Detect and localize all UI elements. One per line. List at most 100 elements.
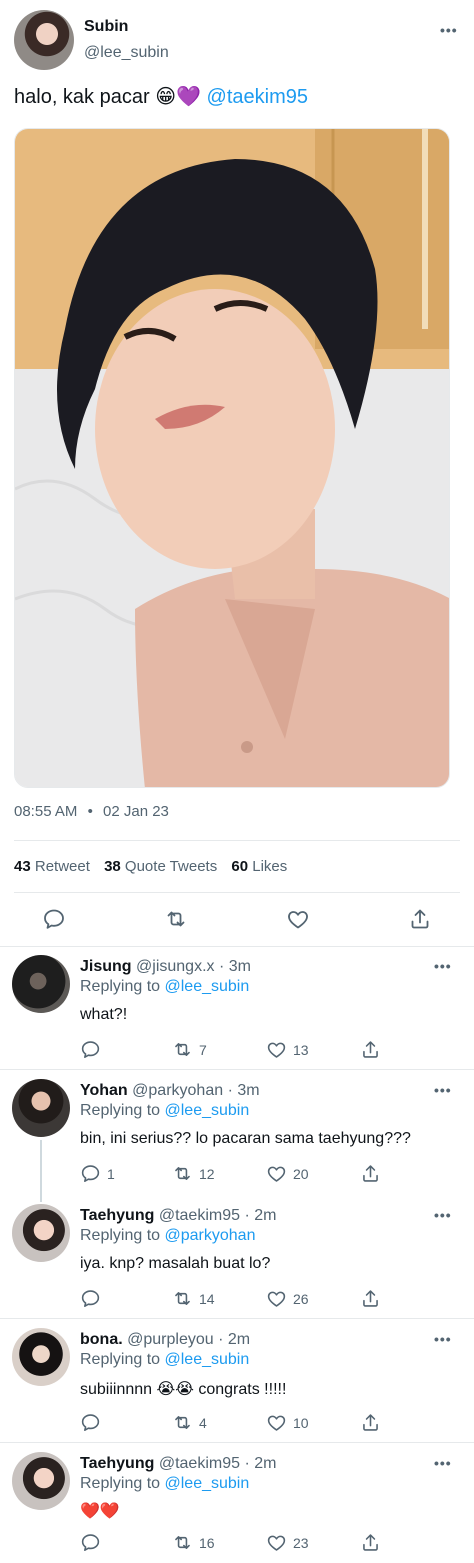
like-icon bbox=[266, 1039, 287, 1060]
photo-illustration bbox=[15, 129, 449, 787]
reply-author-name[interactable]: Jisung bbox=[80, 958, 132, 975]
reply-icon bbox=[80, 1532, 101, 1553]
retweet-action[interactable]: 7 bbox=[172, 1039, 207, 1060]
retweet-icon bbox=[172, 1532, 193, 1553]
retweet-action[interactable]: 14 bbox=[172, 1288, 215, 1309]
reply-header: Jisung @jisungx.x · 3m bbox=[80, 958, 251, 976]
like-action[interactable]: 10 bbox=[266, 1412, 309, 1433]
replying-to: Replying to @lee_subin bbox=[80, 1102, 249, 1120]
tweet-photo[interactable] bbox=[14, 128, 450, 788]
retweet-icon bbox=[172, 1163, 193, 1184]
more-icon[interactable]: ••• bbox=[434, 1455, 452, 1471]
reply-text: bin, ini serius?? lo pacaran sama taehyu… bbox=[80, 1130, 411, 1147]
reply-action[interactable] bbox=[80, 1039, 107, 1060]
reply-avatar[interactable] bbox=[12, 1079, 70, 1137]
replying-to-handle[interactable]: @lee_subin bbox=[165, 1475, 250, 1492]
divider bbox=[14, 840, 460, 841]
reply-action[interactable] bbox=[80, 1288, 107, 1309]
share-icon bbox=[360, 1532, 381, 1553]
author-name[interactable]: Subin bbox=[84, 18, 128, 36]
author-handle[interactable]: @lee_subin bbox=[84, 44, 169, 62]
tweet-time[interactable]: 08:55 AM bbox=[14, 803, 77, 820]
reply-icon[interactable] bbox=[42, 907, 66, 931]
reply-author-name[interactable]: Taehyung bbox=[80, 1455, 154, 1472]
share-icon[interactable] bbox=[408, 907, 432, 931]
share-action[interactable] bbox=[360, 1163, 381, 1184]
like-action[interactable]: 13 bbox=[266, 1039, 309, 1060]
share-icon bbox=[360, 1412, 381, 1433]
retweet-count: 12 bbox=[199, 1165, 215, 1182]
tweet-text: halo, kak pacar 😁💜 @taekim95 bbox=[14, 84, 308, 109]
tweet-stats: 43 Retweet 38 Quote Tweets 60 Likes bbox=[14, 858, 287, 875]
reply-text-body: subiiinnnn bbox=[80, 1381, 153, 1398]
retweet-stat[interactable]: 43 Retweet bbox=[14, 858, 90, 875]
replying-to: Replying to @lee_subin bbox=[80, 978, 249, 996]
divider bbox=[0, 1318, 474, 1319]
retweet-icon bbox=[172, 1039, 193, 1060]
replying-to-handle[interactable]: @lee_subin bbox=[165, 1102, 250, 1119]
quote-stat[interactable]: 38 Quote Tweets bbox=[104, 858, 217, 875]
divider bbox=[0, 946, 474, 947]
tweet-meta: 08:55 AM • 02 Jan 23 bbox=[14, 803, 169, 820]
divider bbox=[0, 1442, 474, 1443]
retweet-icon bbox=[172, 1288, 193, 1309]
likes-stat[interactable]: 60 Likes bbox=[231, 858, 287, 875]
quote-count: 38 bbox=[104, 858, 121, 875]
more-icon[interactable]: ••• bbox=[434, 1082, 452, 1098]
retweet-count: 14 bbox=[199, 1290, 215, 1307]
tweet-date[interactable]: 02 Jan 23 bbox=[103, 803, 169, 820]
share-action[interactable] bbox=[360, 1532, 381, 1553]
reply-avatar[interactable] bbox=[12, 1204, 70, 1262]
like-action[interactable]: 23 bbox=[266, 1532, 309, 1553]
like-count: 26 bbox=[293, 1290, 309, 1307]
reply-icon bbox=[80, 1163, 101, 1184]
reply-text: what?! bbox=[80, 1006, 128, 1023]
replying-to-handle[interactable]: @lee_subin bbox=[165, 978, 250, 995]
retweet-count: 43 bbox=[14, 858, 31, 875]
reply-time: · 3m bbox=[218, 958, 251, 975]
share-action[interactable] bbox=[360, 1412, 381, 1433]
replying-to-handle[interactable]: @parkyohan bbox=[165, 1227, 256, 1244]
retweet-action[interactable]: 4 bbox=[172, 1412, 207, 1433]
retweet-count: 7 bbox=[199, 1041, 207, 1058]
like-icon bbox=[266, 1163, 287, 1184]
reply-author-handle[interactable]: @jisungx.x bbox=[136, 958, 215, 975]
reply-time: · 2m bbox=[244, 1207, 277, 1224]
reply-header: bona. @purpleyou · 2m bbox=[80, 1331, 250, 1349]
retweet-icon[interactable] bbox=[164, 907, 188, 931]
more-icon[interactable]: ••• bbox=[440, 22, 458, 38]
reply-action[interactable] bbox=[80, 1412, 107, 1433]
like-action[interactable]: 20 bbox=[266, 1163, 309, 1184]
reply-action[interactable] bbox=[80, 1532, 107, 1553]
more-icon[interactable]: ••• bbox=[434, 1331, 452, 1347]
more-icon[interactable]: ••• bbox=[434, 958, 452, 974]
reply-time: · 2m bbox=[244, 1455, 277, 1472]
reply-action[interactable]: 1 bbox=[80, 1163, 115, 1184]
reply-author-handle[interactable]: @purpleyou bbox=[127, 1331, 214, 1348]
reply-author-name[interactable]: bona. bbox=[80, 1331, 123, 1348]
tweet-mention[interactable]: @taekim95 bbox=[207, 86, 308, 108]
thread-line bbox=[40, 1140, 42, 1202]
likes-count: 60 bbox=[231, 858, 249, 875]
author-avatar[interactable] bbox=[14, 10, 74, 70]
tweet-text-body: halo, kak pacar bbox=[14, 86, 150, 108]
reply-avatar[interactable] bbox=[12, 955, 70, 1013]
like-count: 10 bbox=[293, 1414, 309, 1431]
reply-avatar[interactable] bbox=[12, 1452, 70, 1510]
replying-to-handle[interactable]: @lee_subin bbox=[165, 1351, 250, 1368]
reply-author-handle[interactable]: @taekim95 bbox=[159, 1207, 240, 1224]
share-action[interactable] bbox=[360, 1039, 381, 1060]
more-icon[interactable]: ••• bbox=[434, 1207, 452, 1223]
reply-author-name[interactable]: Yohan bbox=[80, 1082, 128, 1099]
retweet-action[interactable]: 16 bbox=[172, 1532, 215, 1553]
like-icon[interactable] bbox=[286, 907, 310, 931]
retweet-action[interactable]: 12 bbox=[172, 1163, 215, 1184]
share-action[interactable] bbox=[360, 1288, 381, 1309]
like-action[interactable]: 26 bbox=[266, 1288, 309, 1309]
reply-author-name[interactable]: Taehyung bbox=[80, 1207, 154, 1224]
reply-author-handle[interactable]: @parkyohan bbox=[132, 1082, 223, 1099]
reply-author-handle[interactable]: @taekim95 bbox=[159, 1455, 240, 1472]
replying-to-label: Replying to bbox=[80, 978, 161, 995]
reply-avatar[interactable] bbox=[12, 1328, 70, 1386]
reply-text: iya. knp? masalah buat lo? bbox=[80, 1255, 271, 1272]
